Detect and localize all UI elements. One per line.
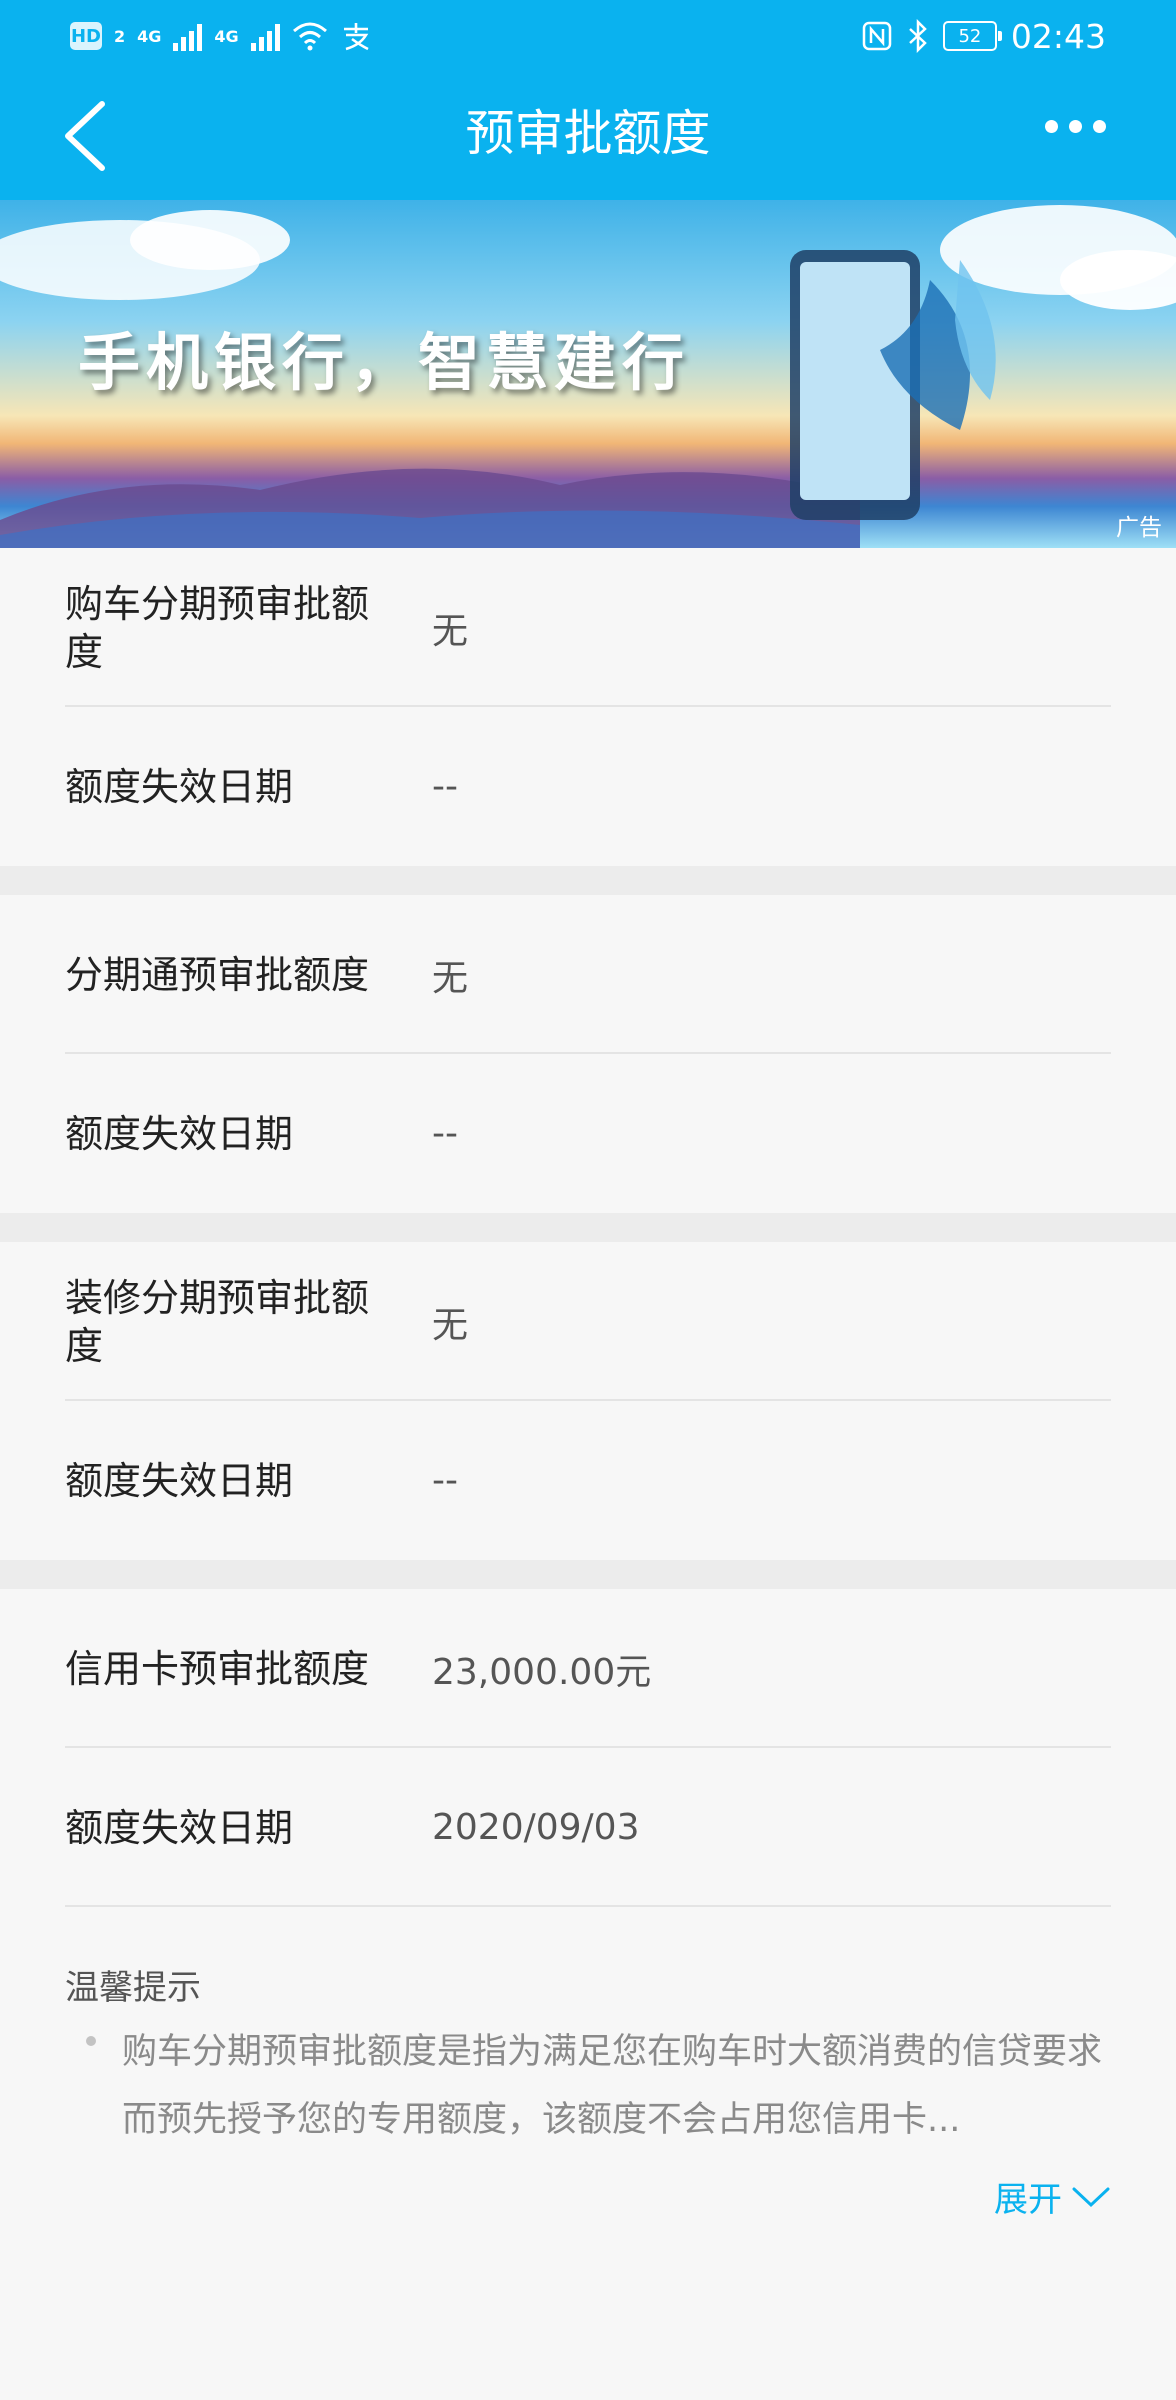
limit-row: 分期通预审批额度 无 (0, 895, 1176, 1054)
expiry-value: 2020/09/03 (432, 1807, 640, 1848)
expiry-row: 额度失效日期 -- (0, 707, 1176, 866)
more-icon[interactable] (1045, 120, 1106, 133)
network-type-2: 4G (214, 26, 239, 46)
limit-value: 无 (432, 610, 469, 652)
signal-1-icon (173, 21, 203, 51)
limit-row: 信用卡预审批额度 23,000.00元 (0, 1589, 1176, 1748)
section-credit-card: 信用卡预审批额度 23,000.00元 额度失效日期 2020/09/03 (0, 1589, 1176, 1907)
bullet-icon (86, 2036, 96, 2046)
expiry-row: 额度失效日期 -- (0, 1401, 1176, 1560)
limit-value: 23,000.00元 (432, 1651, 652, 1693)
expand-label: 展开 (994, 2180, 1062, 2220)
page-title: 预审批额度 (465, 105, 711, 162)
tips-text: 购车分期预审批额度是指为满足您在购车时大额消费的信贷要求而预先授予您的专用额度，… (122, 2032, 1103, 2140)
ad-banner[interactable]: 手机银行，智慧建行 广告 (0, 200, 1176, 548)
tips-title: 温馨提示 (65, 1968, 201, 2008)
banner-slogan: 手机银行，智慧建行 (78, 326, 691, 399)
alipay-icon (343, 23, 369, 51)
section-gap (0, 866, 1176, 895)
hd-sub-label: 2 (114, 26, 126, 46)
status-bar: HD 2 4G 4G 52 02:43 (0, 0, 1176, 72)
signal-2-icon (250, 21, 280, 51)
wifi-icon (292, 22, 327, 51)
section-renovation-installment: 装修分期预审批额度 无 额度失效日期 -- (0, 1242, 1176, 1560)
chevron-down-icon (1072, 2187, 1110, 2207)
battery-icon: 52 (942, 21, 1002, 51)
nav-bar: 预审批额度 (0, 72, 1176, 200)
limit-value: 无 (432, 1304, 469, 1346)
status-icons-left: HD 2 4G 4G (70, 16, 372, 56)
expiry-value: -- (432, 1460, 458, 1501)
expiry-label: 额度失效日期 (65, 764, 294, 809)
clock: 02:43 (1010, 16, 1106, 56)
expiry-value: -- (432, 766, 458, 807)
section-gap (0, 1560, 1176, 1589)
limit-label: 装修分期预审批额度 (65, 1275, 370, 1368)
nfc-icon (862, 21, 892, 51)
hd-badge: HD (70, 22, 102, 50)
limit-label: 购车分期预审批额度 (65, 581, 370, 674)
section-gap (0, 1213, 1176, 1242)
row-divider (65, 1905, 1111, 1907)
expiry-label: 额度失效日期 (65, 1458, 294, 1503)
status-icons-right: 52 02:43 (861, 14, 1106, 58)
expiry-label: 额度失效日期 (65, 1111, 294, 1156)
limit-label: 分期通预审批额度 (65, 952, 370, 997)
expiry-row: 额度失效日期 -- (0, 1054, 1176, 1213)
section-car-installment: 购车分期预审批额度 无 额度失效日期 -- (0, 548, 1176, 866)
expiry-label: 额度失效日期 (65, 1805, 294, 1850)
limit-row: 装修分期预审批额度 无 (0, 1242, 1176, 1401)
expiry-value: -- (432, 1113, 458, 1154)
ad-label: 广告 (1116, 515, 1162, 541)
expiry-row: 额度失效日期 2020/09/03 (0, 1748, 1176, 1907)
limit-row: 购车分期预审批额度 无 (0, 548, 1176, 707)
section-installment-pass: 分期通预审批额度 无 额度失效日期 -- (0, 895, 1176, 1213)
expand-button[interactable]: 展开 (994, 2172, 1110, 2221)
limit-value: 无 (432, 957, 469, 999)
bluetooth-icon (909, 19, 927, 53)
limit-label: 信用卡预审批额度 (65, 1646, 370, 1691)
network-type-1: 4G (137, 26, 162, 46)
